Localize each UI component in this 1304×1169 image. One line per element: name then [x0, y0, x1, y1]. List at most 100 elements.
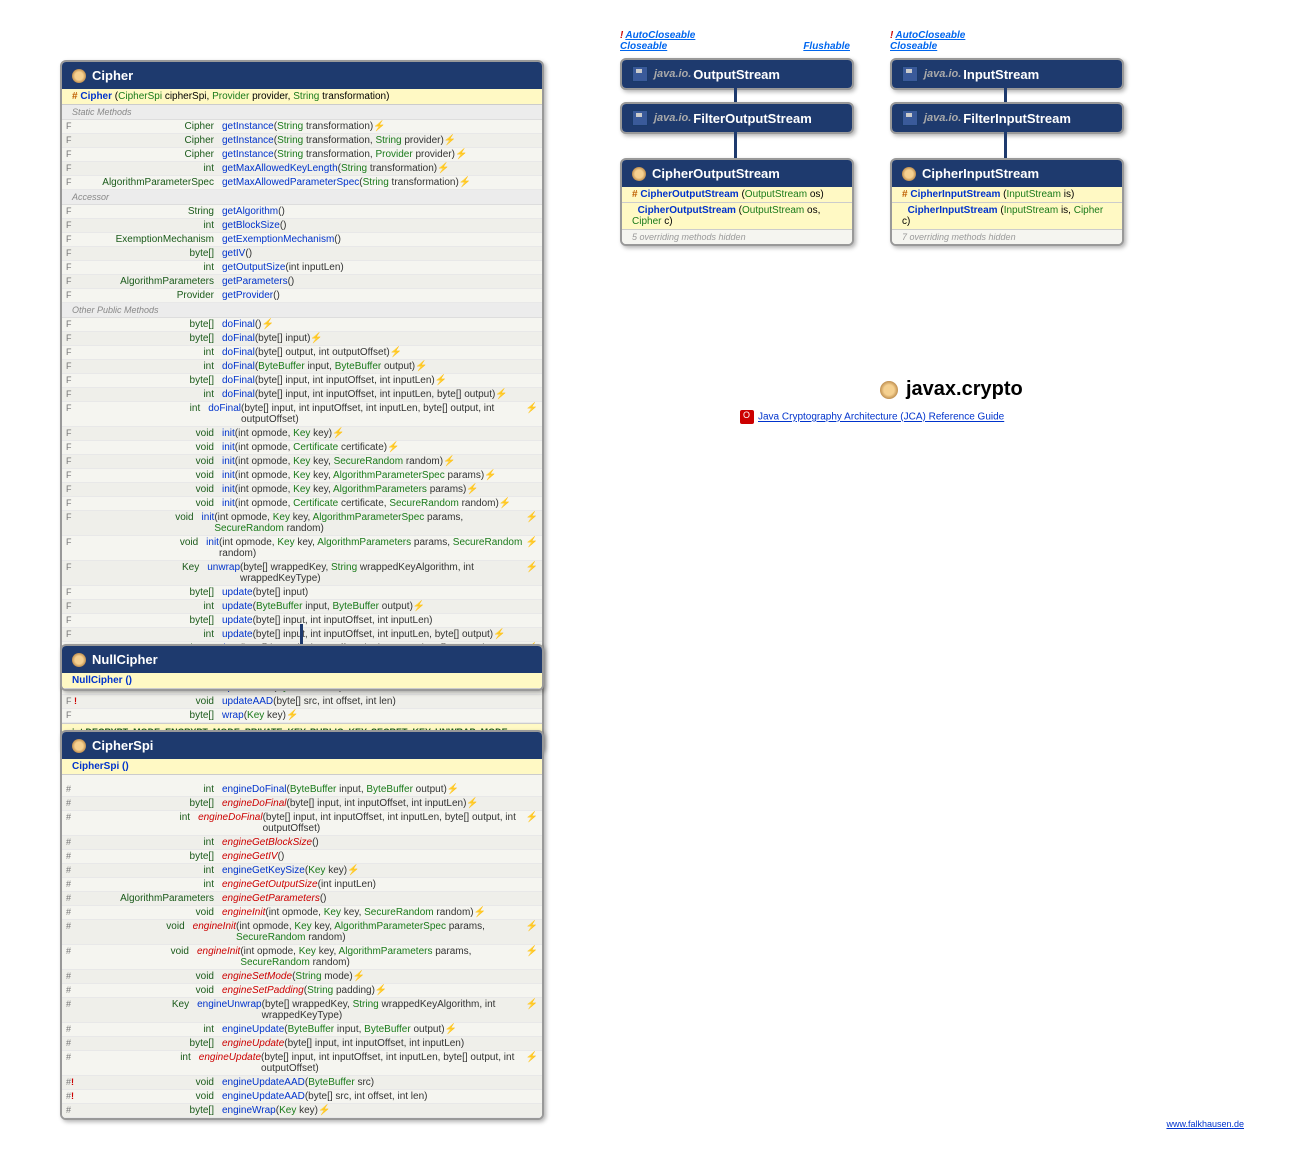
method-row: FKeyunwrap (byte[] wrappedKey, String wr… — [62, 561, 542, 586]
cipherspi-constructor: CipherSpi () — [62, 759, 542, 775]
method-row: #KeyengineUnwrap (byte[] wrappedKey, Str… — [62, 998, 542, 1023]
connector-fis-cis — [1004, 132, 1007, 158]
method-row: FintdoFinal (byte[] input, int inputOffs… — [62, 388, 542, 402]
cos-cons-2: CipherOutputStream (OutputStream os, Cip… — [622, 203, 852, 230]
method-row: Fvoidinit (int opmode, Certificate certi… — [62, 497, 542, 511]
connector-cipher-nullcipher — [300, 624, 303, 644]
disk-icon — [902, 66, 918, 82]
method-row: #!voidengineUpdateAAD (byte[] src, int o… — [62, 1090, 542, 1104]
method-row: Fvoidinit (int opmode, Key key) ⚡ — [62, 427, 542, 441]
disk-icon — [632, 110, 648, 126]
method-row: #!voidengineUpdateAAD (ByteBuffer src) — [62, 1076, 542, 1090]
filteroutputstream-box: java.io.FilterOutputStream — [620, 102, 854, 134]
cis-cons-1: # CipherInputStream (InputStream is) — [892, 187, 1122, 203]
method-row: #byte[]engineWrap (Key key) ⚡ — [62, 1104, 542, 1118]
connector-os-fos — [734, 88, 737, 102]
cis-hidden: 7 overriding methods hidden — [892, 230, 1122, 244]
nullcipher-class-box: NullCipher NullCipher () — [60, 644, 544, 691]
accessor-section-label: Accessor — [62, 190, 542, 205]
footer-link[interactable]: www.falkhausen.de — [1166, 1119, 1244, 1129]
cipher-header: Cipher — [62, 62, 542, 89]
cipherinputstream-box: CipherInputStream # CipherInputStream (I… — [890, 158, 1124, 246]
method-row: FAlgorithmParameterSpecgetMaxAllowedPara… — [62, 176, 542, 190]
method-row: Fbyte[]update (byte[] input) — [62, 586, 542, 600]
outputstream-interfaces: !AutoCloseable Closeable Flushable — [620, 30, 850, 52]
disk-icon — [632, 66, 648, 82]
method-row: #voidengineSetMode (String mode) ⚡ — [62, 970, 542, 984]
method-row: #intengineDoFinal (ByteBuffer input, Byt… — [62, 783, 542, 797]
oracle-icon — [740, 410, 754, 424]
nullcipher-header: NullCipher — [62, 646, 542, 673]
method-row: Fbyte[]wrap (Key key) ⚡ — [62, 709, 542, 723]
package-label: javax.crypto — [880, 378, 1023, 401]
filteroutputstream-header: java.io.FilterOutputStream — [622, 104, 852, 132]
method-row: Fbyte[]getIV () — [62, 247, 542, 261]
cipherinputstream-header: CipherInputStream — [892, 160, 1122, 187]
method-row: Fvoidinit (int opmode, Certificate certi… — [62, 441, 542, 455]
method-row: Fintupdate (ByteBuffer input, ByteBuffer… — [62, 600, 542, 614]
other-section-label: Other Public Methods — [62, 303, 542, 318]
cipherspi-header: CipherSpi — [62, 732, 542, 759]
cipheroutputstream-title: CipherOutputStream — [652, 166, 780, 181]
method-row: #intengineUpdate (ByteBuffer input, Byte… — [62, 1023, 542, 1037]
method-row: FExemptionMechanismgetExemptionMechanism… — [62, 233, 542, 247]
method-row: FProvidergetProvider () — [62, 289, 542, 303]
class-icon — [632, 167, 646, 181]
method-row: F !voidupdateAAD (byte[] src, int offset… — [62, 695, 542, 709]
method-row: Fbyte[]doFinal () ⚡ — [62, 318, 542, 332]
method-row: Fvoidinit (int opmode, Key key, Algorith… — [62, 469, 542, 483]
method-row: #voidengineSetPadding (String padding) ⚡ — [62, 984, 542, 998]
outputstream-box: java.io.OutputStream — [620, 58, 854, 90]
static-section-label: Static Methods — [62, 105, 542, 120]
class-icon — [880, 381, 898, 399]
inputstream-box: java.io.InputStream — [890, 58, 1124, 90]
connector-is-fis — [1004, 88, 1007, 102]
method-row: FCiphergetInstance (String transformatio… — [62, 120, 542, 134]
cipherspi-title: CipherSpi — [92, 738, 153, 753]
method-row: Fvoidinit (int opmode, Key key, Algorith… — [62, 511, 542, 536]
method-row: #byte[]engineUpdate (byte[] input, int i… — [62, 1037, 542, 1051]
cipher-title: Cipher — [92, 68, 133, 83]
method-row: FintgetOutputSize (int inputLen) — [62, 261, 542, 275]
method-row: #byte[]engineDoFinal (byte[] input, int … — [62, 797, 542, 811]
method-row: #intengineGetBlockSize () — [62, 836, 542, 850]
inputstream-interfaces: !AutoCloseable Closeable — [890, 30, 965, 52]
nullcipher-title: NullCipher — [92, 652, 158, 667]
reference-link[interactable]: Java Cryptography Architecture (JCA) Ref… — [740, 410, 1004, 424]
method-row: FAlgorithmParametersgetParameters () — [62, 275, 542, 289]
method-row: #intengineUpdate (byte[] input, int inpu… — [62, 1051, 542, 1076]
nullcipher-constructor: NullCipher () — [62, 673, 542, 689]
method-row: Fvoidinit (int opmode, Key key, Algorith… — [62, 536, 542, 561]
connector-fos-cos — [734, 132, 737, 158]
method-row: #byte[]engineGetIV () — [62, 850, 542, 864]
class-icon — [72, 739, 86, 753]
method-row: Fvoidinit (int opmode, Key key, SecureRa… — [62, 455, 542, 469]
cipherspi-class-box: CipherSpi CipherSpi () #intengineDoFinal… — [60, 730, 544, 1120]
filterinputstream-box: java.io.FilterInputStream — [890, 102, 1124, 134]
method-row: #intengineGetOutputSize (int inputLen) — [62, 878, 542, 892]
method-row: FintdoFinal (byte[] input, int inputOffs… — [62, 402, 542, 427]
method-row: Fvoidinit (int opmode, Key key, Algorith… — [62, 483, 542, 497]
method-row: FintdoFinal (ByteBuffer input, ByteBuffe… — [62, 360, 542, 374]
cipherinputstream-title: CipherInputStream — [922, 166, 1039, 181]
disk-icon — [902, 110, 918, 126]
method-row: #intengineGetKeySize (Key key) ⚡ — [62, 864, 542, 878]
class-icon — [72, 653, 86, 667]
cipheroutputstream-header: CipherOutputStream — [622, 160, 852, 187]
filterinputstream-header: java.io.FilterInputStream — [892, 104, 1122, 132]
cos-hidden: 5 overriding methods hidden — [622, 230, 852, 244]
method-row: #intengineDoFinal (byte[] input, int inp… — [62, 811, 542, 836]
cipheroutputstream-box: CipherOutputStream # CipherOutputStream … — [620, 158, 854, 246]
method-row: #AlgorithmParametersengineGetParameters … — [62, 892, 542, 906]
method-row: FintgetBlockSize () — [62, 219, 542, 233]
method-row: FCiphergetInstance (String transformatio… — [62, 148, 542, 162]
inputstream-header: java.io.InputStream — [892, 60, 1122, 88]
cipher-constructor: # Cipher (CipherSpi cipherSpi, Provider … — [62, 89, 542, 105]
method-row: FintgetMaxAllowedKeyLength (String trans… — [62, 162, 542, 176]
class-icon — [902, 167, 916, 181]
class-icon — [72, 69, 86, 83]
method-row: FStringgetAlgorithm () — [62, 205, 542, 219]
method-row: Fbyte[]doFinal (byte[] input, int inputO… — [62, 374, 542, 388]
method-row: #voidengineInit (int opmode, Key key, Al… — [62, 945, 542, 970]
method-row: #voidengineInit (int opmode, Key key, Al… — [62, 920, 542, 945]
